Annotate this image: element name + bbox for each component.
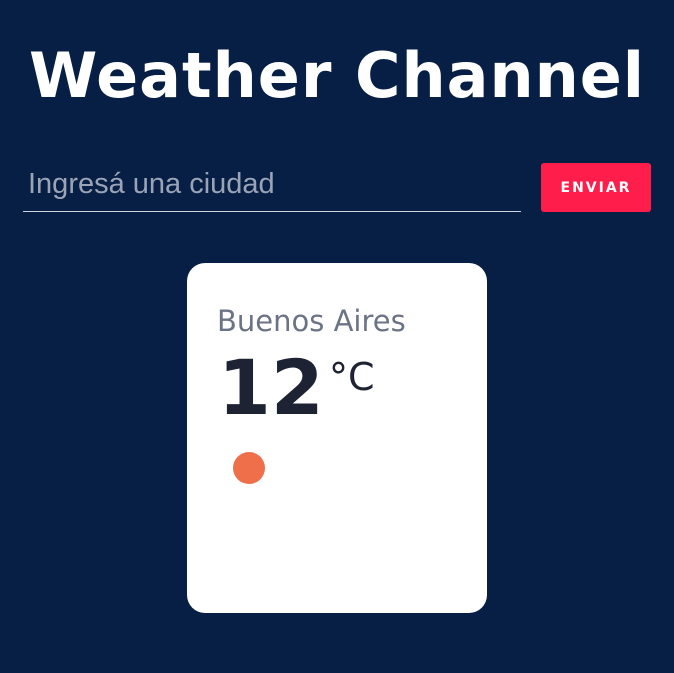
weather-card: Buenos Aires 12 °C (187, 263, 487, 613)
city-search-input[interactable] (23, 158, 521, 212)
city-name: Buenos Aires (217, 304, 406, 338)
page-title: Weather Channel (28, 39, 646, 112)
temperature-unit: °C (329, 355, 375, 399)
sun-icon (233, 452, 265, 484)
temperature-value: 12 (218, 343, 324, 432)
send-button[interactable]: ENVIAR (541, 163, 651, 212)
